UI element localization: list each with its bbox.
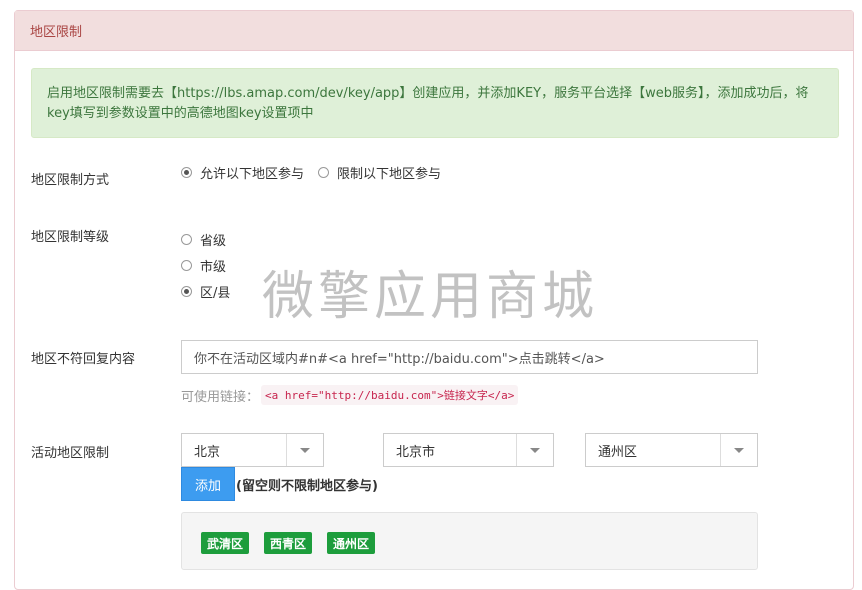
level-radio-district-row[interactable]: 区/县 [181,282,244,301]
province-select-value: 北京 [194,444,221,460]
city-chevron-down-icon[interactable] [516,434,553,466]
watermark-text: 微擎应用商城 [262,267,599,327]
mode-label: 地区限制方式 [31,173,110,188]
city-select-value: 北京市 [396,444,436,460]
province-select[interactable]: 北京 [181,433,324,467]
reply-help-code: <a href="http://baidu.com">链接文字</a> [261,385,519,405]
mode-radio-restrict-label[interactable]: 限制以下地区参与 [337,163,441,182]
mode-radio-allow-label[interactable]: 允许以下地区参与 [200,163,304,182]
level-label: 地区限制等级 [31,230,110,245]
district-chevron-down-icon[interactable] [720,434,757,466]
reply-help: 可使用链接： <a href="http://baidu.com">链接文字</… [181,385,519,405]
area-tag[interactable]: 通州区 [327,532,376,554]
level-radio-district-label[interactable]: 区/县 [200,282,230,301]
province-chevron-down-icon[interactable] [286,434,323,466]
district-select-value: 通州区 [598,444,638,460]
add-area-note: (留空则不限制地区参与) [236,479,378,494]
level-radio-city-label[interactable]: 市级 [200,256,226,275]
mode-radio-restrict[interactable] [318,167,330,178]
level-radio-province[interactable] [181,234,192,245]
level-radio-city-row[interactable]: 市级 [181,256,240,275]
info-alert: 启用地区限制需要去【https://lbs.amap.com/dev/key/a… [31,68,839,138]
add-area-button[interactable]: 添加 [181,467,235,501]
reply-label: 地区不符回复内容 [31,352,136,367]
city-select[interactable]: 北京市 [383,433,554,467]
mode-radio-allow[interactable] [181,167,192,178]
level-radio-district[interactable] [181,286,192,297]
mode-radio-group: 允许以下地区参与 限制以下地区参与 [181,163,455,182]
level-radio-city[interactable] [181,260,192,271]
reply-help-prefix: 可使用链接： [181,389,260,405]
reply-content-input[interactable]: 你不在活动区域内#n#<a href="http://baidu.com">点击… [181,340,758,374]
area-tag[interactable]: 武清区 [201,532,250,554]
area-tag[interactable]: 西青区 [264,532,313,554]
area-label: 活动地区限制 [31,446,110,461]
district-select[interactable]: 通州区 [585,433,758,467]
level-radio-province-label[interactable]: 省级 [200,230,226,249]
panel-title: 地区限制 [15,11,853,51]
level-radio-province-row[interactable]: 省级 [181,230,240,249]
selected-areas-box: 武清区 西青区 通州区 [181,512,758,570]
